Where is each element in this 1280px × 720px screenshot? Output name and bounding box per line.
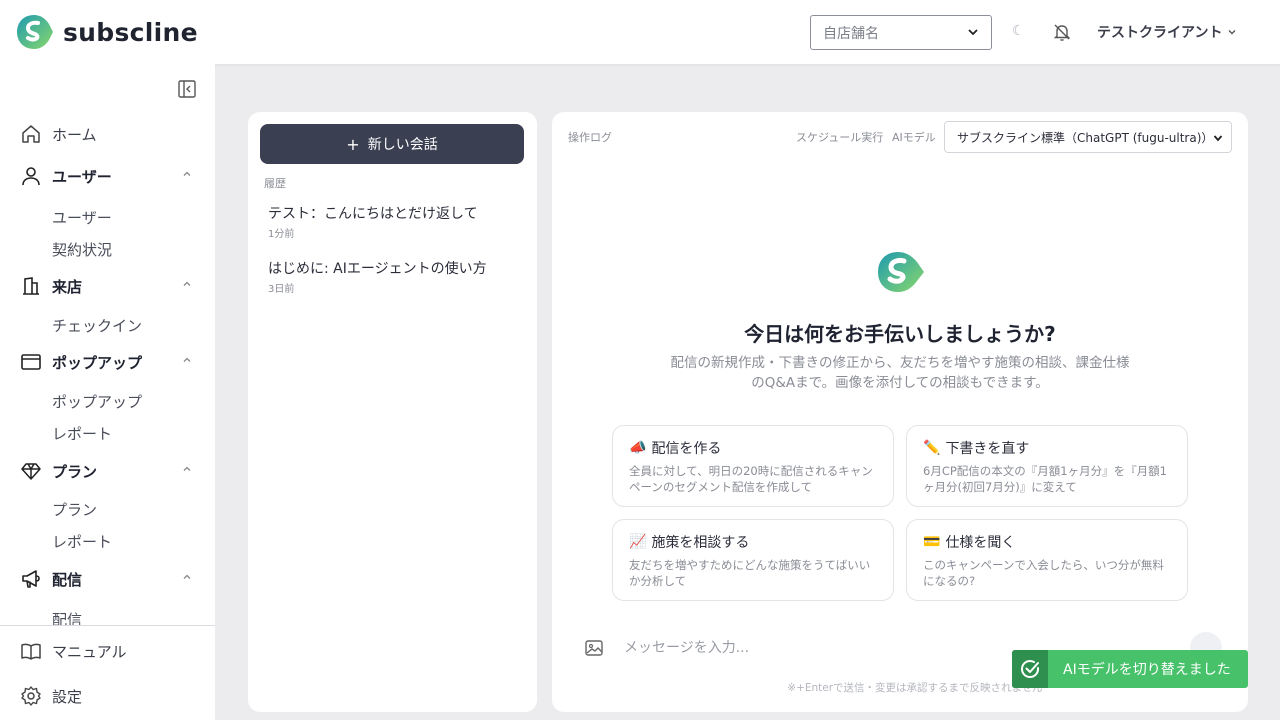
history-item-title: はじめに: AIエージェントの使い方 (268, 261, 487, 277)
chevron-down-icon (1213, 135, 1223, 142)
sidebar: ホーム ユーザー ユーザー 契約状況 来店 チェックイン ポップアップ ポップア… (0, 64, 215, 720)
suggestion-title: 仕様を聞く (945, 535, 1016, 551)
chevron-up-icon (183, 466, 191, 471)
new-chat-label: 新しい会話 (367, 137, 438, 153)
check-circle-icon (1012, 650, 1048, 688)
toast-message: AIモデルを切り替えました (1063, 662, 1231, 678)
brand-name: subscline (63, 17, 198, 47)
new-chat-button[interactable]: + 新しい会話 (260, 124, 524, 164)
operation-log-link[interactable]: 操作ログ (568, 129, 612, 145)
sidebar-group-users[interactable]: ユーザー (20, 165, 195, 187)
building-icon (23, 277, 39, 295)
user-icon (22, 167, 40, 186)
moon-icon[interactable]: ☾ (1012, 23, 1025, 39)
home-icon (22, 125, 40, 143)
sidebar-subitem-checkin[interactable]: チェックイン (52, 315, 142, 336)
sidebar-subitem-popup[interactable]: ポップアップ (52, 391, 142, 412)
suggestion-desc: このキャンペーンで入会したら、いつ分が無料になるの? (923, 558, 1164, 588)
history-item[interactable]: テスト：こんにちはとだけ返して 1分前 (268, 203, 518, 240)
pencil-icon: ✏️ (923, 440, 941, 456)
book-icon (21, 643, 41, 660)
chevron-up-icon (183, 357, 191, 362)
user-menu[interactable]: テストクライアント (1097, 22, 1238, 42)
sidebar-subitem-plan-report[interactable]: レポート (52, 531, 112, 552)
chevron-down-icon (1228, 30, 1236, 35)
chart-up-icon: 📈 (629, 534, 647, 550)
chevron-up-icon (183, 171, 191, 176)
chevron-down-icon (968, 29, 978, 36)
bell-off-icon[interactable] (1052, 22, 1072, 42)
subscline-logo-icon (17, 15, 53, 49)
history-item-time: 3日前 (268, 284, 295, 295)
sidebar-item-home[interactable]: ホーム (20, 123, 195, 145)
credit-card-icon: 💳 (923, 534, 941, 550)
ai-model-select[interactable]: サブスクライン標準（ChatGPT (fugu-ultra)） (944, 121, 1232, 153)
sidebar-group-delivery[interactable]: 配信 (20, 568, 195, 590)
suggestion-card[interactable]: 📣 配信を作る 全員に対して、明日の20時に配信されるキャンペーンのセグメント配信… (612, 425, 894, 507)
sidebar-group-plan[interactable]: プラン (20, 460, 195, 482)
sidebar-group-label: プラン (52, 462, 98, 481)
store-select-placeholder: 自店舗名 (823, 25, 879, 42)
top-header: subscline 自店舗名 ☾ テストクライアント (0, 0, 1280, 64)
sidebar-item-label: ホーム (52, 125, 97, 144)
sidebar-subitem-plan[interactable]: プラン (52, 499, 97, 520)
history-item[interactable]: はじめに: AIエージェントの使い方 3日前 (268, 258, 518, 295)
sidebar-group-label: 配信 (52, 570, 83, 589)
sidebar-footer: マニュアル 設定 (0, 625, 215, 720)
sidebar-subitem-contracts[interactable]: 契約状況 (52, 239, 112, 260)
megaphone-icon (22, 570, 40, 588)
sidebar-group-popup[interactable]: ポップアップ (20, 351, 195, 373)
sidebar-group-label: 来店 (52, 277, 83, 296)
sidebar-subitem-users[interactable]: ユーザー (52, 207, 112, 228)
suggestion-desc: 6月CP配信の本文の『月額1ヶ月分』を『月額1ヶ月分(初回7月分)』に変えて (923, 464, 1167, 494)
store-select[interactable]: 自店舗名 (810, 15, 992, 50)
suggestion-card[interactable]: 💳 仕様を聞く このキャンペーンで入会したら、いつ分が無料になるの? (906, 519, 1188, 601)
subscline-logo-icon (878, 252, 924, 292)
suggestion-desc: 全員に対して、明日の20時に配信されるキャンペーンのセグメント配信を作成して (629, 464, 873, 494)
plus-icon: + (346, 134, 360, 154)
sidebar-subitem-popup-report[interactable]: レポート (52, 423, 112, 444)
sidebar-group-label: ポップアップ (52, 353, 143, 372)
suggestion-desc: 友だちを増やすためにどんな施策をうてばいいか分析して (629, 558, 871, 588)
sidebar-item-settings[interactable]: 設定 (20, 685, 195, 707)
megaphone-icon: 📣 (629, 440, 647, 456)
suggestion-title: 配信を作る (651, 441, 722, 457)
user-name: テストクライアント (1097, 25, 1223, 41)
chevron-up-icon (183, 574, 191, 579)
ai-model-value: サブスクライン標準（ChatGPT (fugu-ultra)） (957, 130, 1214, 145)
history-item-time: 1分前 (268, 229, 295, 240)
image-attach-icon[interactable] (584, 638, 604, 658)
schedule-run-link[interactable]: スケジュール実行 (796, 129, 883, 145)
sidebar-collapse-icon[interactable] (177, 79, 197, 99)
sidebar-group-visit[interactable]: 来店 (20, 275, 195, 297)
suggestion-card[interactable]: 📈 施策を相談する 友だちを増やすためにどんな施策をうてばいいか分析して (612, 519, 894, 601)
suggestion-title: 施策を相談する (651, 535, 750, 551)
conversation-history-panel: + 新しい会話 履歴 テスト：こんにちはとだけ返して 1分前 はじめに: AIエ… (248, 112, 537, 712)
gear-icon (21, 686, 41, 706)
history-item-title: テスト：こんにちはとだけ返して (268, 206, 478, 222)
suggestion-card[interactable]: ✏️ 下書きを直す 6月CP配信の本文の『月額1ヶ月分』を『月額1ヶ月分(初回7月… (906, 425, 1188, 507)
hero-subtitle: 配信の新規作成・下書きの修正から、友だちを増やす施策の相談、課金仕様のQ&Aまで… (670, 355, 1130, 391)
hero-title: 今日は何をお手伝いしましょうか? (744, 322, 1056, 346)
ai-model-label: AIモデル (892, 131, 936, 144)
suggestion-title: 下書きを直す (945, 441, 1030, 457)
window-icon (21, 354, 41, 370)
history-section-label: 履歴 (264, 177, 286, 190)
diamond-icon (21, 463, 41, 480)
sidebar-item-label: 設定 (52, 687, 83, 706)
sidebar-group-label: ユーザー (52, 167, 112, 186)
sidebar-item-manual[interactable]: マニュアル (20, 640, 195, 662)
sidebar-item-label: マニュアル (52, 642, 127, 661)
chevron-up-icon (183, 281, 191, 286)
brand-logo[interactable]: subscline (16, 14, 198, 50)
toast-notification: AIモデルを切り替えました (1012, 650, 1248, 688)
chat-main-panel: 操作ログ スケジュール実行 AIモデル サブスクライン標準（ChatGPT (f… (552, 112, 1248, 712)
